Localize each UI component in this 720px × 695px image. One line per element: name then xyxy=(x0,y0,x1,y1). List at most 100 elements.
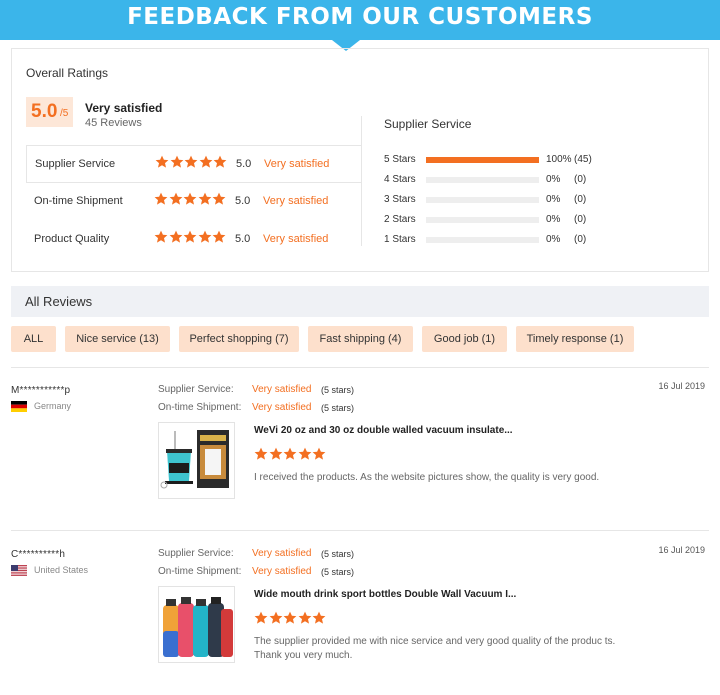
star-icon xyxy=(298,611,311,624)
star-icon xyxy=(183,192,197,205)
distribution-percent: 0% xyxy=(546,194,561,205)
star-icon xyxy=(154,230,168,243)
distribution-count: (0) xyxy=(574,234,587,245)
filter-chip-all[interactable]: ALL xyxy=(11,326,56,352)
filter-chip-good-job[interactable]: Good job (1) xyxy=(422,326,507,352)
supplier-service-label: Supplier Service: xyxy=(158,384,234,395)
review-text: I received the products. As the website … xyxy=(254,472,600,483)
distribution-bar xyxy=(426,237,539,243)
star-icon xyxy=(298,447,311,460)
distribution-bar xyxy=(426,177,539,183)
distribution-label: 4 Stars xyxy=(384,174,416,185)
product-thumbnail[interactable] xyxy=(158,422,235,499)
review-card: C**********h United States 16 Jul 2019 S… xyxy=(11,543,709,683)
star-rating xyxy=(154,192,227,210)
shipment-value: Very satisfied xyxy=(252,566,312,577)
sub-rating-verdict: Very satisfied xyxy=(263,233,329,245)
overall-review-count: 45 Reviews xyxy=(85,117,142,129)
star-rating xyxy=(155,155,228,173)
distribution-label: 1 Stars xyxy=(384,234,416,245)
filter-chip-perfect-shopping[interactable]: Perfect shopping (7) xyxy=(179,326,299,352)
distribution-bar xyxy=(426,157,539,163)
all-reviews-header: All Reviews xyxy=(11,286,709,317)
review-date: 16 Jul 2019 xyxy=(658,381,705,391)
star-icon xyxy=(212,192,226,205)
star-icon xyxy=(155,155,169,168)
star-icon xyxy=(183,230,197,243)
product-title[interactable]: WeVi 20 oz and 30 oz double walled vacuu… xyxy=(254,425,513,436)
star-icon xyxy=(254,611,268,624)
star-icon xyxy=(254,447,268,460)
sub-rating-verdict: Very satisfied xyxy=(263,195,329,207)
reviewer-country: United States xyxy=(34,565,89,575)
distribution-percent: 100% xyxy=(546,154,572,165)
product-thumbnail[interactable] xyxy=(158,586,235,663)
star-icon xyxy=(169,230,182,243)
product-title[interactable]: Wide mouth drink sport bottles Double Wa… xyxy=(254,589,516,600)
distribution-count: (0) xyxy=(574,214,587,225)
star-icon xyxy=(269,611,282,624)
shipment-value: Very satisfied xyxy=(252,402,312,413)
distribution-row: 1 Stars 0% (0) xyxy=(384,231,684,251)
distribution-row: 4 Stars 0% (0) xyxy=(384,171,684,191)
germany-flag-icon xyxy=(11,401,27,412)
star-icon xyxy=(283,447,297,460)
distribution-label: 5 Stars xyxy=(384,154,416,165)
star-distribution: 5 Stars 100% (45) 4 Stars 0% (0) 3 Stars… xyxy=(384,151,684,251)
review-card: M***********p Germany 16 Jul 2019 Suppli… xyxy=(11,379,709,519)
distribution-percent: 0% xyxy=(546,214,561,225)
reviewer-name: C**********h xyxy=(11,549,66,560)
distribution-label: 2 Stars xyxy=(384,214,416,225)
distribution-row: 2 Stars 0% (0) xyxy=(384,211,684,231)
usa-flag-icon xyxy=(11,565,27,576)
overall-score-suffix: /5 xyxy=(60,108,69,119)
distribution-bar-fill xyxy=(426,157,539,163)
supplier-service-value: Very satisfied xyxy=(252,548,312,559)
review-text: The supplier provided me with nice servi… xyxy=(254,636,616,661)
supplier-service-value: Very satisfied xyxy=(252,384,312,395)
star-rating xyxy=(254,611,327,629)
distribution-label: 3 Stars xyxy=(384,194,416,205)
filter-chip-fast-shipping[interactable]: Fast shipping (4) xyxy=(308,326,413,352)
star-icon xyxy=(198,192,211,205)
divider xyxy=(11,530,709,531)
overall-score: 5.0 xyxy=(31,101,58,122)
divider xyxy=(11,367,709,368)
overall-ratings-panel: Overall Ratings 5.0 /5 Very satisfied 45… xyxy=(11,48,709,272)
review-date: 16 Jul 2019 xyxy=(658,545,705,555)
star-icon xyxy=(213,155,227,168)
star-rating xyxy=(254,447,327,465)
shipment-stars: (5 stars) xyxy=(321,403,355,413)
supplier-service-stars: (5 stars) xyxy=(321,385,355,395)
sub-rating-score: 5.0 xyxy=(235,195,251,207)
supplier-service-label: Supplier Service: xyxy=(158,548,234,559)
sub-rating-label: Product Quality xyxy=(34,233,110,245)
sub-rating-verdict: Very satisfied xyxy=(264,158,330,170)
sub-rating-product-quality[interactable]: Product Quality 5.0 Very satisfied xyxy=(26,221,361,259)
sub-rating-supplier-service[interactable]: Supplier Service 5.0 Very satisfied xyxy=(26,145,361,183)
distribution-title: Supplier Service xyxy=(384,117,472,131)
sub-rating-label: On-time Shipment xyxy=(34,195,123,207)
filter-chip-timely-response[interactable]: Timely response (1) xyxy=(516,326,634,352)
supplier-service-stars: (5 stars) xyxy=(321,549,355,559)
distribution-percent: 0% xyxy=(546,174,561,185)
bottles-product-image xyxy=(163,597,233,657)
star-rating xyxy=(154,230,227,248)
sub-ratings: Supplier Service 5.0 Very satisfied On-t… xyxy=(26,145,361,259)
overall-score-badge: 5.0 /5 xyxy=(26,97,73,127)
distribution-percent: 0% xyxy=(546,234,561,245)
shipment-label: On-time Shipment: xyxy=(158,566,242,577)
shipment-label: On-time Shipment: xyxy=(158,402,242,413)
banner-title: FEEDBACK FROM OUR CUSTOMERS xyxy=(127,4,593,30)
filter-chip-nice-service[interactable]: Nice service (13) xyxy=(65,326,170,352)
reviewer-country: Germany xyxy=(34,401,72,411)
star-icon xyxy=(170,155,183,168)
distribution-count: (0) xyxy=(574,174,587,185)
distribution-count: (45) xyxy=(574,154,592,165)
star-icon xyxy=(184,155,198,168)
star-icon xyxy=(199,155,212,168)
sub-rating-label: Supplier Service xyxy=(35,158,116,170)
overall-label: Very satisfied xyxy=(85,101,163,115)
sub-rating-on-time-shipment[interactable]: On-time Shipment 5.0 Very satisfied xyxy=(26,183,361,221)
star-icon xyxy=(169,192,182,205)
